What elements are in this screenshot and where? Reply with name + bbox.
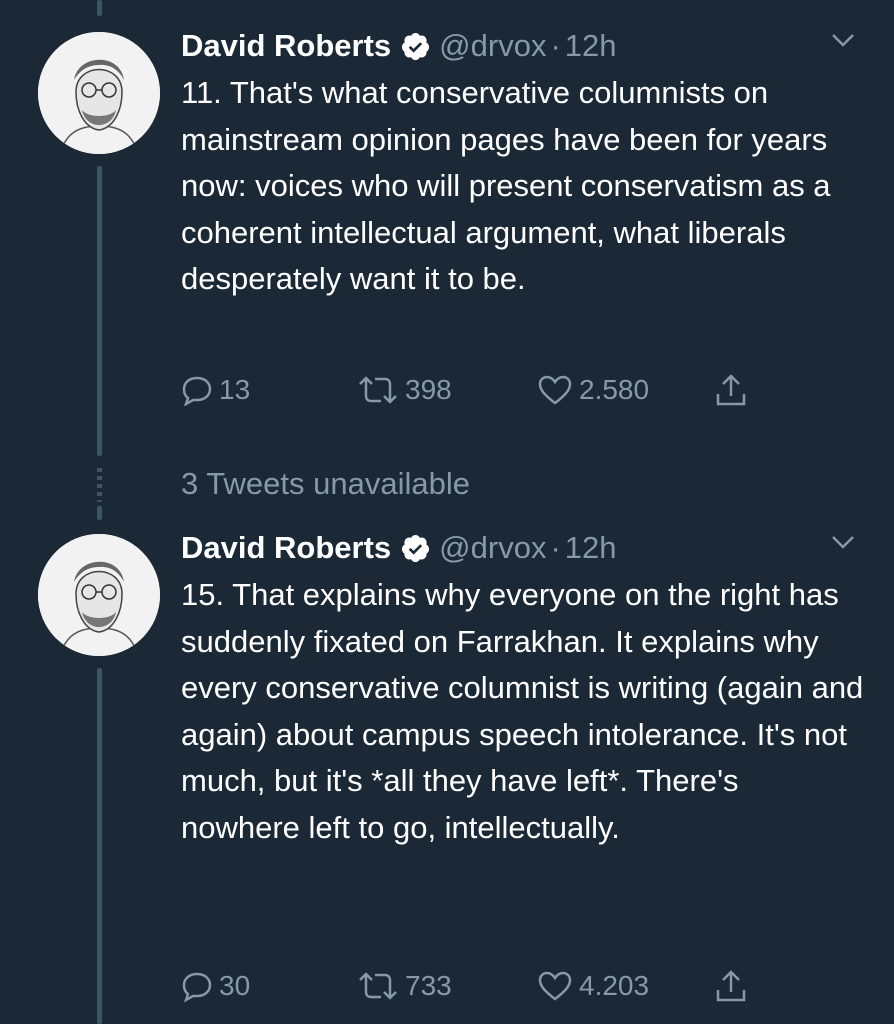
separator-dot: · bbox=[550, 530, 561, 565]
share-icon bbox=[716, 374, 746, 406]
retweet-icon bbox=[359, 376, 397, 404]
reply-icon bbox=[182, 972, 212, 1002]
retweet-count: 733 bbox=[405, 970, 452, 1001]
author-name[interactable]: David Roberts bbox=[181, 28, 391, 64]
reply-button[interactable]: 13 bbox=[181, 370, 250, 410]
tweet-header: David Roberts @drvox · 12h bbox=[181, 22, 864, 70]
verified-badge-icon bbox=[402, 32, 430, 60]
thread-line-bottom bbox=[97, 668, 102, 1024]
like-count: 2.580 bbox=[579, 374, 650, 405]
author-handle[interactable]: @drvox bbox=[439, 28, 546, 64]
timestamp[interactable]: 12h bbox=[565, 530, 617, 566]
like-count: 4.203 bbox=[579, 970, 650, 1001]
verified-badge-icon bbox=[402, 534, 430, 562]
heart-icon bbox=[538, 375, 572, 405]
heart-icon bbox=[538, 971, 572, 1001]
reply-count: 30 bbox=[219, 970, 251, 1001]
reply-icon bbox=[182, 376, 212, 406]
tweet-text: 11. That's what conservative columnists … bbox=[181, 75, 831, 296]
like-button[interactable]: 4.203 bbox=[537, 966, 649, 1006]
share-button[interactable] bbox=[713, 370, 755, 410]
retweet-button[interactable]: 398 bbox=[357, 370, 452, 410]
separator-dot: · bbox=[550, 28, 561, 63]
thread-line-middle bbox=[97, 166, 102, 456]
reply-button[interactable]: 30 bbox=[181, 966, 250, 1006]
tweet-actions: 13 398 2.580 bbox=[181, 370, 761, 410]
avatar[interactable] bbox=[38, 534, 160, 656]
author-handle[interactable]: @drvox bbox=[439, 530, 546, 566]
timestamp[interactable]: 12h bbox=[565, 28, 617, 64]
share-icon bbox=[716, 970, 746, 1002]
share-button[interactable] bbox=[713, 966, 755, 1006]
tweet-text: 15. That explains why everyone on the ri… bbox=[181, 577, 864, 845]
avatar[interactable] bbox=[38, 32, 160, 154]
author-name[interactable]: David Roberts bbox=[181, 530, 391, 566]
retweet-icon bbox=[359, 972, 397, 1000]
thread-line-top bbox=[97, 0, 102, 16]
tweet[interactable]: David Roberts @drvox · 12h 11. That's wh… bbox=[181, 22, 864, 303]
tweets-unavailable-notice[interactable]: 3 Tweets unavailable bbox=[181, 466, 470, 502]
thread-line-connector bbox=[97, 506, 102, 520]
reply-count: 13 bbox=[219, 374, 251, 405]
chevron-down-icon[interactable] bbox=[830, 532, 856, 552]
chevron-down-icon[interactable] bbox=[830, 30, 856, 50]
like-button[interactable]: 2.580 bbox=[537, 370, 649, 410]
retweet-count: 398 bbox=[405, 374, 452, 405]
tweet-actions: 30 733 4.203 bbox=[181, 966, 761, 1006]
retweet-button[interactable]: 733 bbox=[357, 966, 452, 1006]
tweet[interactable]: David Roberts @drvox · 12h 15. That expl… bbox=[181, 524, 864, 851]
thread-gap-indicator bbox=[97, 468, 102, 502]
tweet-header: David Roberts @drvox · 12h bbox=[181, 524, 864, 572]
